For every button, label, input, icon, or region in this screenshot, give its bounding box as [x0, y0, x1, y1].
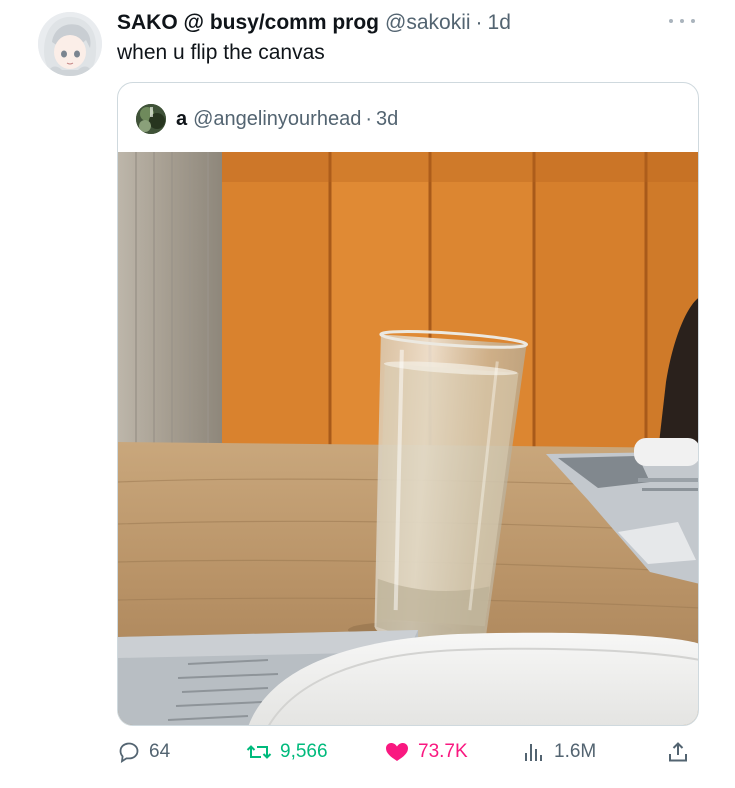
retweet-icon [246, 745, 272, 759]
tweet-text: when u flip the canvas [117, 41, 325, 64]
quoted-separator-dot: · [365, 107, 372, 130]
user-handle[interactable]: @sakokii [385, 11, 471, 35]
retweet-count: 9,566 [280, 741, 328, 762]
like-button[interactable]: 73.7K [384, 732, 468, 772]
quoted-timestamp[interactable]: 3d [376, 108, 398, 131]
quoted-avatar[interactable] [136, 104, 166, 134]
views-icon [525, 744, 542, 761]
quoted-user-handle[interactable]: @angelinyourhead [193, 108, 361, 131]
heart-icon [386, 743, 408, 761]
display-name[interactable]: SAKO @ busy/comm prog [117, 11, 379, 35]
separator-dot: · [475, 11, 483, 34]
reply-icon [119, 742, 139, 763]
views-button[interactable]: 1.6M [522, 732, 596, 772]
tweet-actions: 64 9,566 73.7K 1.6M [0, 732, 735, 772]
more-icon[interactable] [669, 14, 695, 28]
view-count: 1.6M [554, 741, 597, 762]
timestamp[interactable]: 1d [488, 11, 511, 35]
reply-button[interactable]: 64 [117, 732, 170, 772]
share-icon [669, 742, 687, 762]
tweet-header: SAKO @ busy/comm prog @sakokii · 1d [117, 11, 511, 39]
quoted-tweet[interactable]: a @angelinyourhead · 3d [117, 82, 699, 726]
quoted-display-name[interactable]: a [176, 108, 187, 131]
reply-count: 64 [149, 741, 171, 762]
tweet: SAKO @ busy/comm prog @sakokii · 1d when… [0, 0, 735, 788]
like-count: 73.7K [418, 741, 468, 762]
retweet-button[interactable]: 9,566 [246, 732, 328, 772]
quoted-tweet-header: a @angelinyourhead · 3d [136, 103, 398, 135]
avatar[interactable] [38, 12, 102, 76]
tweet-photo[interactable] [118, 152, 699, 726]
share-button[interactable] [666, 732, 698, 772]
